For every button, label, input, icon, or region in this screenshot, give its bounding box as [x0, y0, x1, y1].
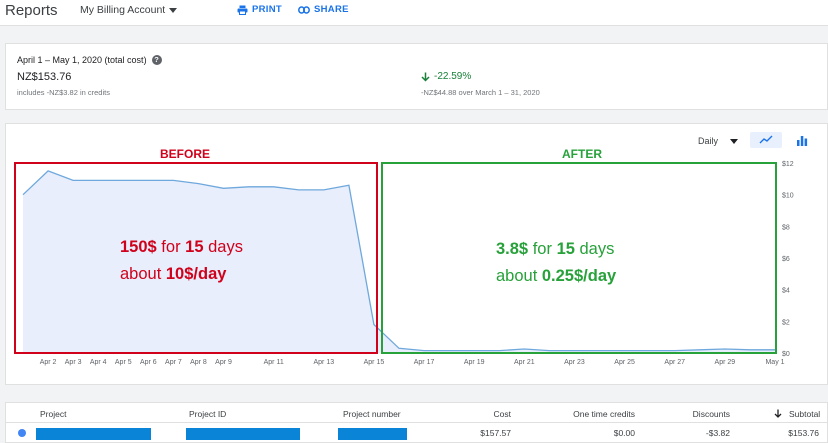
sort-arrow-down-icon[interactable]: [774, 409, 782, 420]
after-amount: 3.8$: [496, 240, 529, 258]
x-tick-label: Apr 17: [414, 359, 435, 366]
redacted-project-number: [338, 428, 407, 440]
col-header-subtotal[interactable]: Subtotal: [789, 409, 820, 419]
after-rate: 0.25$/day: [541, 267, 617, 285]
col-header-project-id[interactable]: Project ID: [189, 409, 226, 419]
x-tick-label: Apr 3: [65, 359, 82, 366]
before-annotation: 150$ for 15 days about 10$/day: [120, 234, 243, 288]
col-header-cost[interactable]: Cost: [451, 409, 511, 419]
x-tick-label: May 1: [765, 359, 784, 366]
before-line-1: 150$ for 15 days: [120, 234, 243, 261]
cell-one-time-credits: $0.00: [613, 428, 635, 438]
before-title: BEFORE: [160, 147, 211, 161]
col-header-project[interactable]: Project: [40, 409, 66, 419]
x-tick-label: Apr 19: [464, 359, 485, 366]
y-tick-label: $8: [782, 224, 790, 231]
x-tick-label: Apr 8: [190, 359, 207, 366]
x-tick-label: Apr 13: [313, 359, 334, 366]
after-for: for: [528, 240, 557, 258]
cell-cost: $157.57: [480, 428, 511, 438]
after-line-2: about 0.25$/day: [496, 263, 616, 290]
x-tick-label: Apr 2: [40, 359, 57, 366]
x-tick-label: Apr 7: [165, 359, 182, 366]
after-days-num: 15: [556, 240, 575, 258]
before-amount: 150$: [120, 238, 157, 256]
cell-subtotal: $153.76: [788, 428, 819, 438]
col-header-project-number[interactable]: Project number: [343, 409, 401, 419]
after-line-1: 3.8$ for 15 days: [496, 236, 616, 263]
cell-discounts: -$3.82: [705, 428, 730, 438]
x-tick-label: Apr 27: [664, 359, 685, 366]
col-header-discounts[interactable]: Discounts: [666, 409, 730, 419]
before-about: about: [120, 265, 166, 283]
x-tick-label: Apr 9: [215, 359, 232, 366]
series-color-dot: [18, 429, 26, 437]
after-annotation: 3.8$ for 15 days about 0.25$/day: [496, 236, 616, 290]
redacted-project-id: [186, 428, 300, 440]
x-tick-label: Apr 11: [264, 359, 284, 366]
before-for: for: [156, 238, 186, 256]
x-tick-label: Apr 6: [140, 359, 157, 366]
y-tick-label: $6: [782, 256, 790, 263]
y-tick-label: $2: [782, 319, 790, 326]
before-line-2: about 10$/day: [120, 261, 243, 288]
y-tick-label: $10: [782, 193, 794, 200]
x-tick-label: Apr 25: [614, 359, 635, 366]
y-tick-label: $12: [782, 161, 794, 168]
x-tick-label: Apr 29: [715, 359, 736, 366]
header-divider: [6, 422, 828, 423]
after-title: AFTER: [562, 147, 602, 161]
col-header-one-time-credits[interactable]: One time credits: [546, 409, 635, 419]
y-tick-label: $4: [782, 288, 790, 295]
y-tick-label: $0: [782, 351, 790, 358]
before-days-num: 15: [185, 238, 204, 256]
before-rate: 10$/day: [165, 265, 227, 283]
after-days: days: [574, 240, 615, 258]
x-tick-label: Apr 23: [564, 359, 585, 366]
project-cost-table: Project Project ID Project number Cost O…: [5, 402, 828, 443]
x-tick-label: Apr 15: [364, 359, 385, 366]
x-tick-label: Apr 5: [115, 359, 132, 366]
before-days: days: [203, 238, 243, 256]
redacted-project-name: [36, 428, 151, 440]
after-about: about: [496, 267, 542, 285]
x-tick-label: Apr 4: [90, 359, 107, 366]
x-tick-label: Apr 21: [514, 359, 535, 366]
